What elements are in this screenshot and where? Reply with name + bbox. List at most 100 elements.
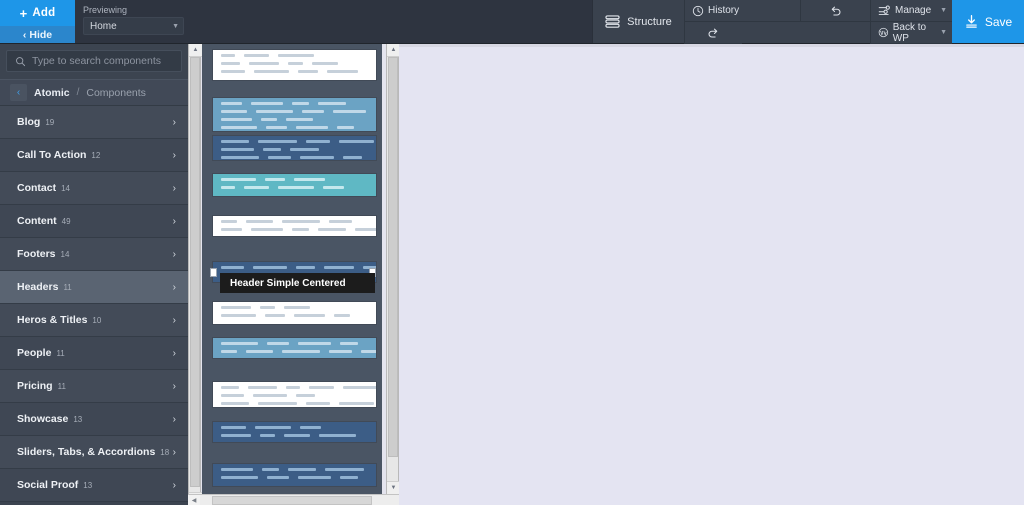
history-label: History (708, 5, 740, 16)
manage-backtowp-group: Manage ▼ Back to WP ▼ (870, 0, 952, 44)
save-button[interactable]: Save (952, 0, 1024, 43)
chevron-right-icon: › (172, 347, 176, 359)
structure-label: Structure (627, 15, 672, 28)
thumbnail-header-blue-contact-strip[interactable] (213, 338, 376, 358)
thumbnail-header-dark-button-nav[interactable] (213, 422, 376, 442)
breadcrumb-current[interactable]: Atomic (34, 87, 70, 99)
chevron-right-icon: › (172, 380, 176, 392)
category-row-call-to-action[interactable]: Call To Action 12 › (0, 139, 188, 172)
chevron-right-icon: › (172, 182, 176, 194)
category-row-pricing[interactable]: Pricing 11 › (0, 370, 188, 403)
history-undo-redo-group: History (684, 0, 870, 44)
category-label: Pricing (17, 380, 53, 392)
redo-icon (708, 28, 718, 38)
category-label: Headers (17, 281, 59, 293)
scrollbar-thumb[interactable] (388, 57, 398, 457)
category-label: Social Proof (17, 479, 79, 491)
category-row-sliders-tabs-accordions[interactable]: Sliders, Tabs, & Accordions 18 › (0, 436, 188, 469)
previewing-select[interactable]: Home ▼ (83, 17, 184, 35)
chevron-right-icon: › (172, 248, 176, 260)
chevron-right-icon: › (172, 479, 176, 491)
top-toolbar: + Add ‹ Hide Previewing Home ▼ Structure (0, 0, 1024, 44)
thumbnail-header-logo-contact-bar[interactable] (213, 50, 376, 80)
breadcrumb-parent[interactable]: Components (86, 87, 146, 99)
category-row-footers[interactable]: Footers 14 › (0, 238, 188, 271)
plus-icon: + (19, 5, 28, 21)
category-label: People (17, 347, 52, 359)
category-count: 13 (73, 414, 83, 424)
category-label: Footers (17, 248, 56, 260)
category-count: 18 (160, 447, 170, 457)
category-count: 14 (61, 183, 70, 193)
hide-button[interactable]: ‹ Hide (0, 26, 75, 43)
chevron-right-icon: › (172, 116, 176, 128)
history-button[interactable]: History (684, 0, 800, 22)
thumbnail-header-white-centered[interactable] (213, 216, 376, 236)
back-to-wp-button[interactable]: Back to WP ▼ (870, 22, 952, 44)
chevron-down-icon: ▼ (172, 22, 179, 30)
category-row-social-proof[interactable]: Social Proof 13 › (0, 469, 188, 502)
category-count: 13 (83, 480, 93, 490)
category-row-people[interactable]: People 11 › (0, 337, 188, 370)
sidebar-vertical-scrollbar[interactable]: ▲ ▼ (188, 44, 202, 505)
search-wrapper (0, 44, 188, 72)
category-count: 14 (60, 249, 70, 259)
breadcrumb-back-button[interactable]: ‹ (10, 84, 27, 101)
category-row-contact[interactable]: Contact 14 › (0, 172, 188, 205)
category-label: Heros & Titles (17, 314, 88, 326)
horizontal-scrollbar[interactable]: ◀ ▶ (188, 494, 412, 505)
chevron-left-icon: ‹ (22, 28, 27, 41)
search-input[interactable] (32, 55, 173, 67)
category-row-heros-titles[interactable]: Heros & Titles 10 › (0, 304, 188, 337)
category-label: Content (17, 215, 57, 227)
thumbnail-header-teal-split-nav[interactable] (213, 174, 376, 196)
category-label: Blog (17, 116, 41, 128)
category-label: Showcase (17, 413, 69, 425)
thumbnail-tooltip: Header Simple Centered (220, 273, 375, 293)
thumbnail-header-blue-three-column[interactable] (213, 98, 376, 131)
component-thumbnail-list (202, 44, 382, 494)
category-count: 49 (61, 216, 71, 226)
category-row-headers[interactable]: Headers 11 › (0, 271, 188, 304)
category-count: 12 (91, 150, 101, 160)
hide-button-label: Hide (29, 28, 53, 41)
add-button[interactable]: + Add (0, 0, 75, 26)
chevron-right-icon: › (172, 446, 176, 458)
category-count: 11 (63, 282, 72, 292)
scroll-up-arrow-icon[interactable]: ▲ (189, 44, 202, 57)
thumbnail-header-dark-nav-bar[interactable] (213, 136, 376, 160)
search-box[interactable] (6, 50, 182, 72)
category-list: Blog 19 › Call To Action 12 › Contact 14 › Conten… (0, 106, 188, 502)
chevron-left-icon: ‹ (16, 87, 21, 98)
components-sidebar: ‹ Atomic / Components Blog 19 › Call To Act… (0, 44, 188, 505)
category-row-blog[interactable]: Blog 19 › (0, 106, 188, 139)
search-icon (16, 56, 26, 66)
thumbnail-header-social-top-bar[interactable] (213, 382, 376, 407)
scrollbar-thumb[interactable] (212, 496, 372, 505)
add-hide-group: + Add ‹ Hide (0, 0, 75, 43)
scroll-left-arrow-icon[interactable]: ◀ (188, 495, 200, 505)
previewing-group: Previewing Home ▼ (75, 0, 190, 43)
category-row-showcase[interactable]: Showcase 13 › (0, 403, 188, 436)
thumbnail-resize-handle[interactable] (210, 268, 217, 277)
scrollbar-thumb[interactable] (190, 57, 200, 487)
add-button-label: Add (32, 7, 56, 19)
redo-button[interactable] (684, 22, 742, 44)
canvas-top-rule (399, 44, 1024, 47)
back-to-wp-label: Back to WP (892, 21, 927, 44)
category-label: Call To Action (17, 149, 87, 161)
manage-button[interactable]: Manage ▼ (870, 0, 952, 22)
clock-icon (692, 5, 704, 16)
thumbnail-header-dark-wide-nav[interactable] (213, 464, 376, 486)
breadcrumb: ‹ Atomic / Components (0, 79, 188, 106)
undo-button[interactable] (800, 0, 870, 22)
thumbnail-header-light-inline-nav[interactable] (213, 302, 376, 324)
category-row-content[interactable]: Content 49 › (0, 205, 188, 238)
breadcrumb-separator: / (76, 87, 80, 98)
preview-canvas[interactable] (399, 44, 1024, 505)
category-count: 19 (45, 117, 55, 127)
chevron-right-icon: › (172, 314, 176, 326)
thumbnails-vertical-scrollbar[interactable]: ▲ ▼ (386, 44, 400, 494)
structure-button[interactable]: Structure (592, 0, 684, 43)
chevron-down-icon: ▼ (940, 29, 947, 36)
